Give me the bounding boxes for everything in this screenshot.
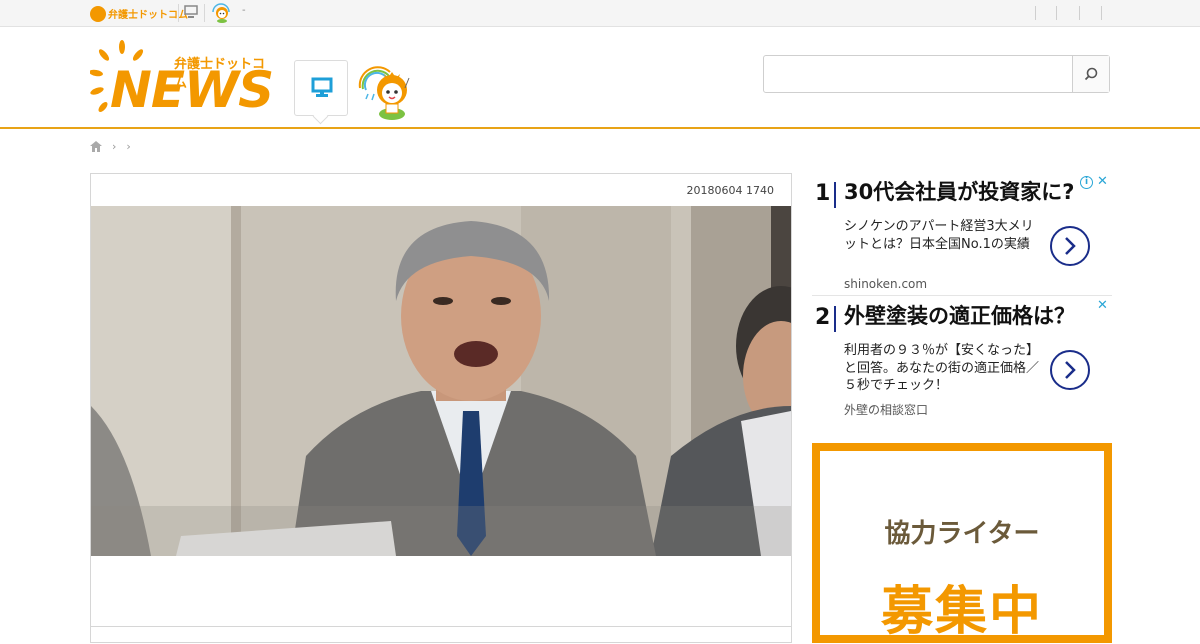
topbar-divider (204, 4, 205, 22)
topbar-link-divider (1056, 6, 1057, 20)
ad-domain[interactable]: 外壁の相談窓口 (844, 401, 928, 418)
topbar-link-divider (1101, 6, 1102, 20)
ad-domain[interactable]: shinoken.com (844, 277, 927, 291)
ad-accent-bar (834, 182, 836, 208)
mascot-character-icon[interactable] (356, 64, 416, 122)
sponsored-ad-2[interactable]: 2 外壁塗装の適正価格は？ 利用者の９３％が【安くなった】と回答。あなたの街の適… (812, 298, 1112, 420)
topbar-link-divider (1035, 6, 1036, 20)
chevron-right-icon (1065, 237, 1076, 255)
search-box (763, 55, 1110, 93)
ad-arrow-button[interactable] (1050, 350, 1090, 390)
mini-site-logo[interactable]: 弁護士ドットコム (90, 3, 188, 24)
topbar-divider (178, 4, 179, 22)
ad-headline[interactable]: 30代会社員が投資家に? (844, 180, 1074, 204)
mini-logo-text: 弁護士ドットコム (108, 10, 188, 21)
recruit-title: 協力ライター (884, 519, 1040, 549)
press-conference-photo (91, 206, 791, 556)
logo-news-text: NEWS (110, 61, 274, 119)
mascot-small-icon[interactable] (211, 3, 231, 23)
article-date: 20180604 1740 (686, 184, 774, 197)
top-utility-bar: 弁護士ドットコム - (0, 0, 1200, 27)
article-divider (91, 626, 791, 627)
writer-recruitment-banner[interactable]: 協力ライター 募集中 (812, 443, 1112, 643)
topbar-link-divider (1079, 6, 1080, 20)
sun-logo-icon (90, 5, 106, 22)
breadcrumb: › › (90, 138, 131, 154)
home-icon[interactable] (90, 140, 102, 152)
chevron-right-icon (1065, 361, 1076, 379)
site-logo[interactable]: 弁護士ドットコム NEWS (90, 39, 276, 117)
ad-info-icon[interactable]: i (1080, 176, 1093, 189)
search-icon (1084, 67, 1098, 81)
pc-version-button[interactable] (294, 60, 348, 116)
ad-description[interactable]: 利用者の９３％が【安くなった】と回答。あなたの街の適正価格／５秒でチェック！ (844, 342, 1039, 395)
ad-description[interactable]: シノケンのアパート経営3大メリットとは？日本全国No.1の実績 (844, 218, 1039, 253)
ad-arrow-button[interactable] (1050, 226, 1090, 266)
pc-icon[interactable] (184, 5, 198, 19)
article-card: 20180604 1740 (90, 173, 792, 643)
site-header: 弁護士ドットコム NEWS (0, 27, 1200, 129)
search-input[interactable] (764, 56, 1072, 92)
ad-rank: 2 (815, 305, 831, 330)
search-button[interactable] (1072, 56, 1109, 92)
recruit-now-hiring: 募集中 (880, 582, 1043, 642)
article-photo (91, 206, 791, 556)
topbar-placeholder-text: - (242, 5, 246, 16)
sponsored-ad-1[interactable]: 1 30代会社員が投資家に? シノケンのアパート経営3大メリットとは？日本全国N… (812, 174, 1112, 296)
ad-headline[interactable]: 外壁塗装の適正価格は？ (844, 304, 1075, 328)
ad-close-icon[interactable]: ✕ (1097, 298, 1108, 313)
ad-close-icon[interactable]: ✕ (1097, 174, 1108, 189)
ad-rank: 1 (815, 181, 831, 206)
breadcrumb-separator: › (112, 139, 117, 153)
breadcrumb-separator: › (126, 139, 131, 153)
ad-accent-bar (834, 306, 836, 332)
pc-monitor-icon (311, 77, 333, 97)
